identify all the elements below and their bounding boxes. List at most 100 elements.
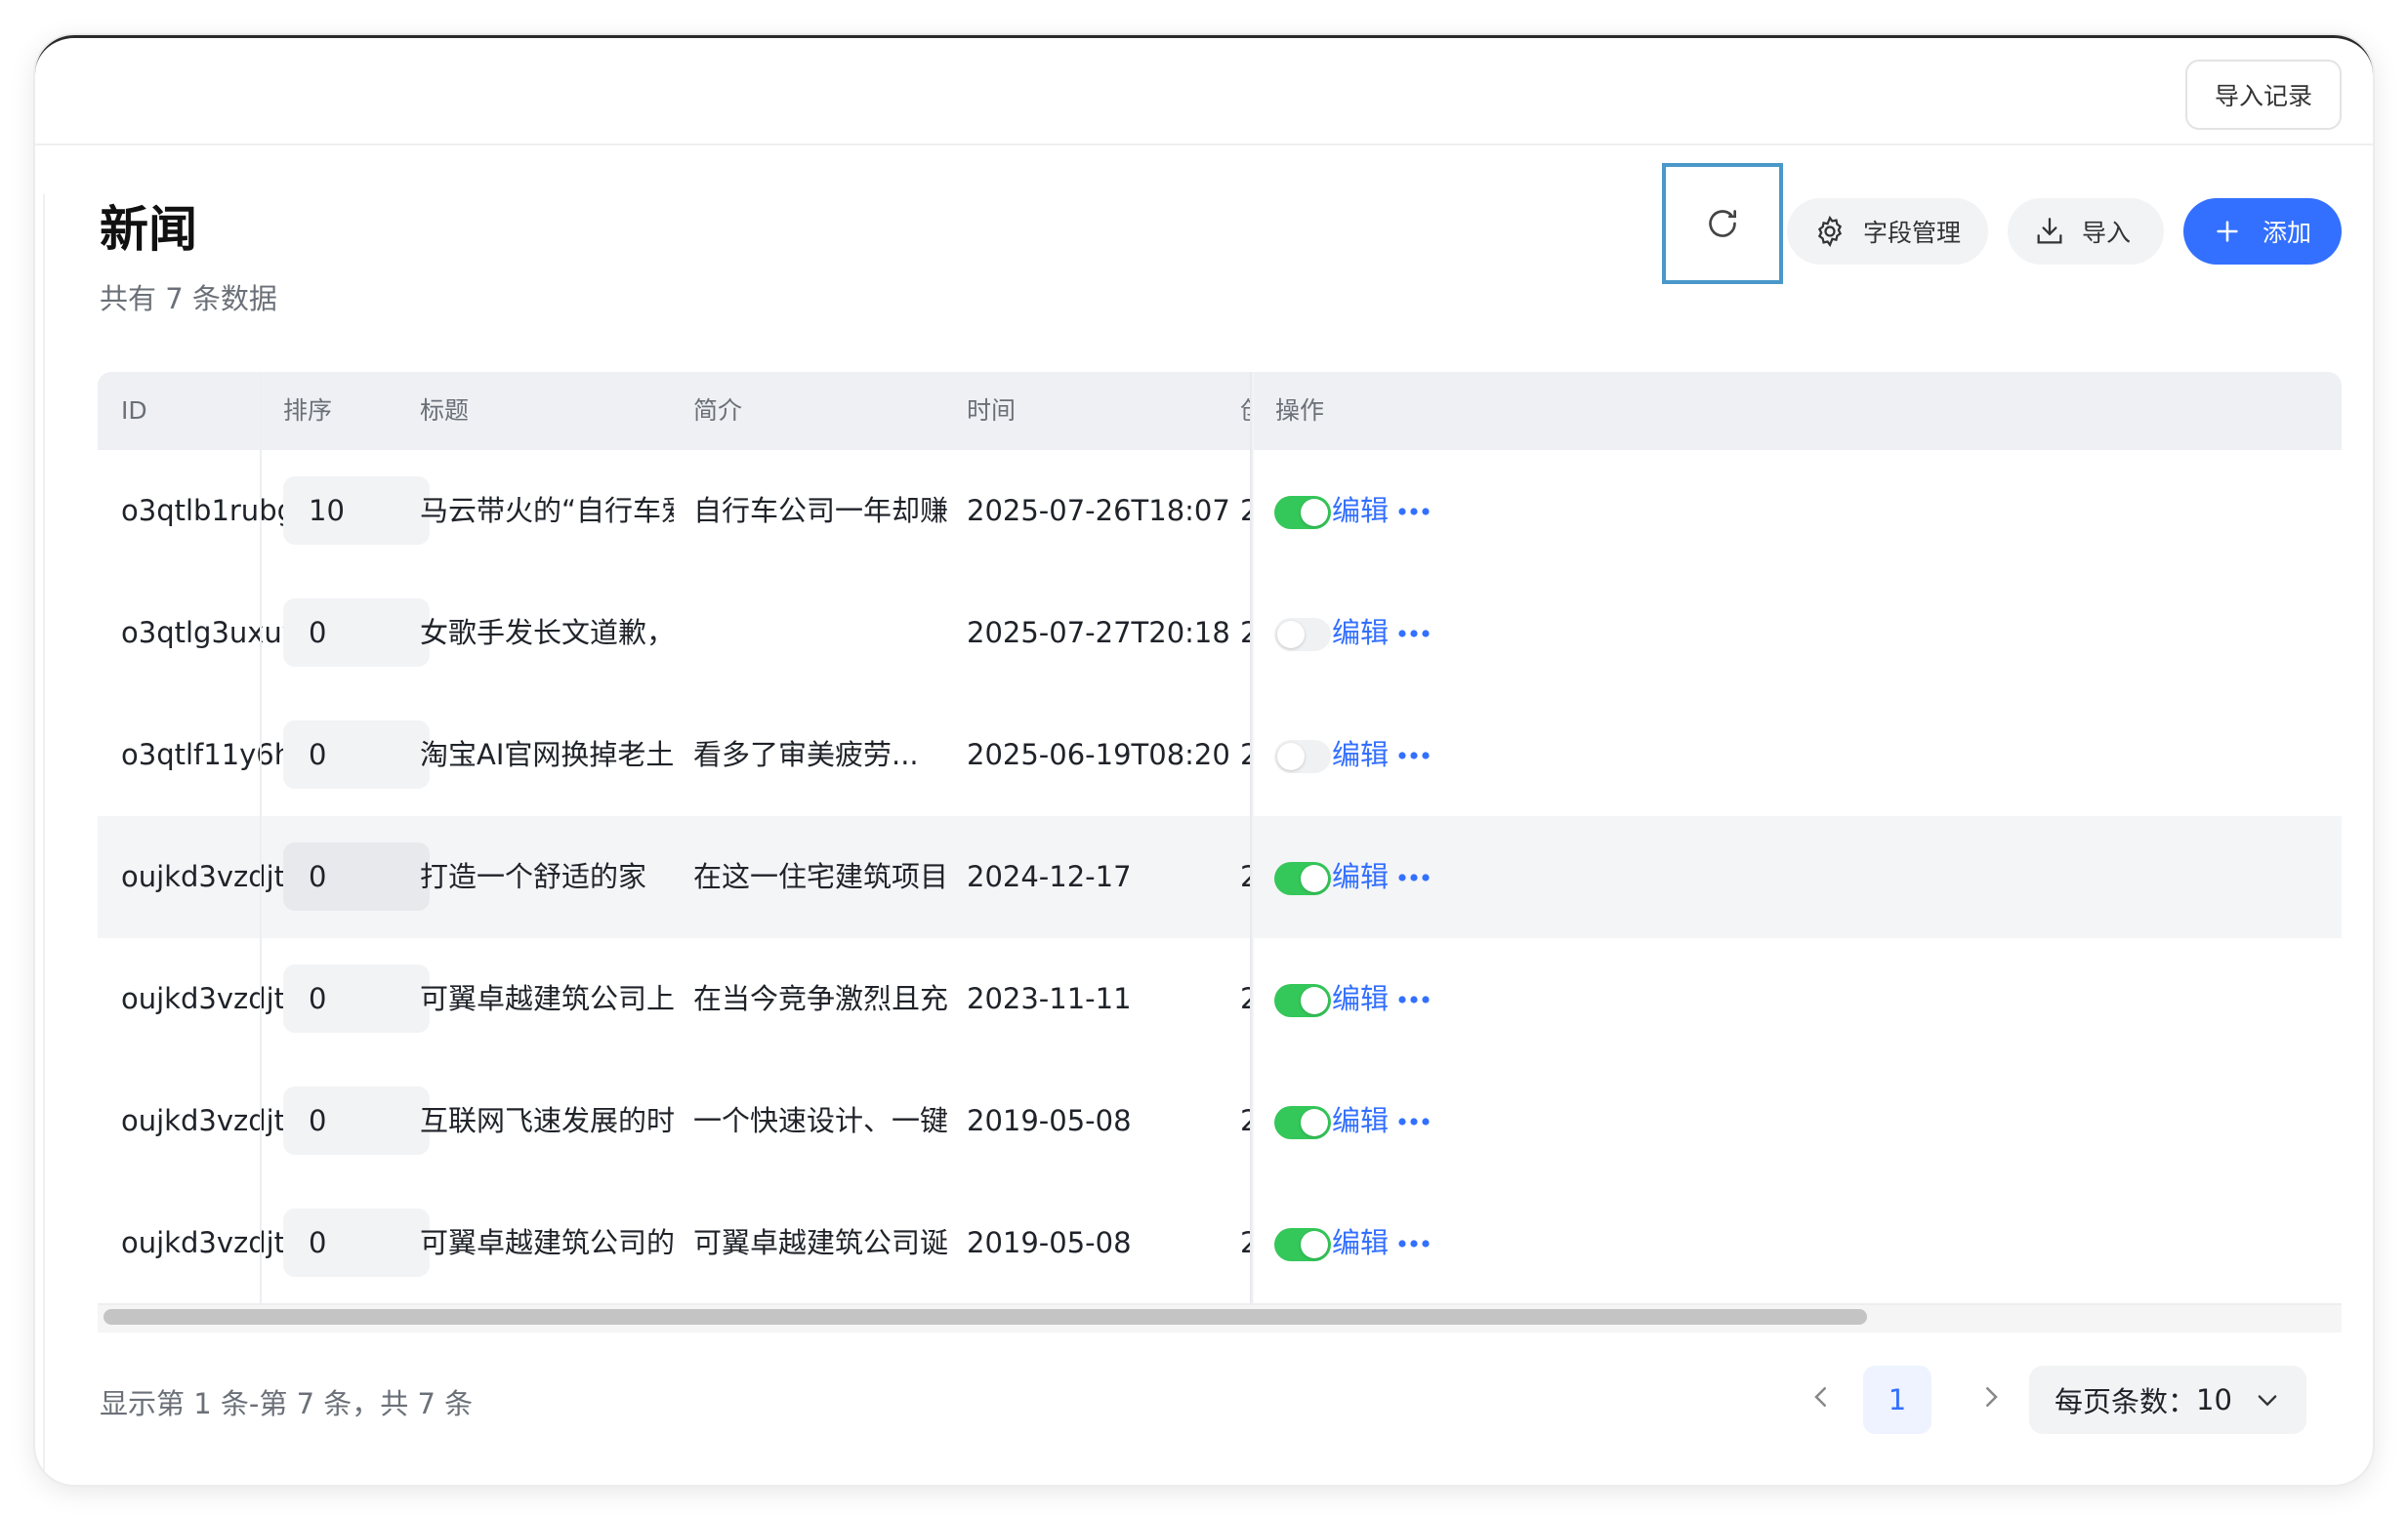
cell-title: 可翼卓越建筑公司上市：... xyxy=(420,982,674,1015)
cell-title: 互联网飞速发展的时代，... xyxy=(420,1104,674,1137)
app-window: 导入记录 新闻 共有 7 条数据 字段管理 导入 添加 ID 排序 标题 简介 … xyxy=(35,35,2373,1485)
toggle-knob xyxy=(1301,1109,1328,1136)
cell-title: 可翼卓越建筑公司的发展... xyxy=(420,1226,674,1259)
order-input[interactable]: 0 xyxy=(283,964,430,1033)
more-icon[interactable] xyxy=(1394,619,1433,648)
cell-intro: 可翼卓越建筑公司诞生于... xyxy=(693,1226,947,1259)
order-input[interactable]: 0 xyxy=(283,1209,430,1277)
import-log-button[interactable]: 导入记录 xyxy=(2184,60,2342,130)
status-toggle[interactable] xyxy=(1274,496,1331,529)
edit-link[interactable]: 编辑 xyxy=(1332,816,1389,938)
status-toggle[interactable] xyxy=(1274,1106,1331,1139)
cell-title: 淘宝AI官网换掉老土的科... xyxy=(420,738,674,771)
cell-intro: 看多了审美疲劳... xyxy=(693,738,919,771)
order-input[interactable]: 0 xyxy=(283,598,430,667)
data-table: ID 排序 标题 简介 时间 创 操作 o3qtlb1rubgy10马云带火的“… xyxy=(98,372,2342,1336)
page-1-button[interactable]: 1 xyxy=(1863,1366,1931,1434)
chevron-down-icon xyxy=(2258,1395,2277,1407)
refresh-icon xyxy=(1709,210,1736,237)
column-header-order[interactable]: 排序 xyxy=(283,372,332,450)
refresh-button[interactable] xyxy=(1662,163,1783,284)
toggle-knob xyxy=(1301,1231,1328,1258)
table-row[interactable]: oujkd3vzdjtk0可翼卓越建筑公司上市：... 在当今竞争激烈且充满机..… xyxy=(98,938,2342,1062)
cell-time: 2025-06-19T08:20:47+... xyxy=(967,738,1230,771)
page-size-select[interactable]: 每页条数： 10 xyxy=(2029,1366,2306,1434)
status-toggle[interactable] xyxy=(1274,740,1331,773)
status-toggle[interactable] xyxy=(1274,1228,1331,1261)
cell-intro: 在当今竞争激烈且充满机... xyxy=(693,982,947,1015)
edit-link[interactable]: 编辑 xyxy=(1332,1060,1389,1182)
more-icon[interactable] xyxy=(1394,1107,1433,1136)
edit-link[interactable]: 编辑 xyxy=(1332,1182,1389,1304)
order-input[interactable]: 10 xyxy=(283,476,430,545)
import-label: 导入 xyxy=(2082,219,2132,247)
cell-intro: 一个快速设计、一键发布... xyxy=(693,1104,947,1137)
page-title: 新闻 xyxy=(100,201,197,258)
import-button[interactable]: 导入 xyxy=(2008,198,2164,265)
more-icon[interactable] xyxy=(1394,1229,1433,1258)
table-header: ID 排序 标题 简介 时间 创 操作 xyxy=(98,372,2342,450)
edit-link[interactable]: 编辑 xyxy=(1332,572,1389,694)
cell-time: 2024-12-17 xyxy=(967,860,1132,893)
table-row[interactable]: o3qtlf11y6he0淘宝AI官网换掉老土的科... 看多了审美疲劳... 20… xyxy=(98,694,2342,818)
more-icon[interactable] xyxy=(1394,985,1433,1014)
sticky-column-shadow xyxy=(1250,372,1254,1303)
cell-title: 马云带火的“自行车爱马... xyxy=(420,494,674,527)
cell-intro: 自行车公司一年却赚不到... xyxy=(693,494,947,527)
cell-time: 2019-05-08 xyxy=(967,1104,1132,1137)
table-row[interactable]: oujkd3vzdjtj0互联网飞速发展的时代，... 一个快速设计、一键发布..… xyxy=(98,1060,2342,1184)
status-toggle[interactable] xyxy=(1274,862,1331,895)
gear-icon xyxy=(1817,215,1843,248)
cell-intro: 在这一住宅建筑项目中，... xyxy=(693,860,947,893)
chevron-right-icon xyxy=(1986,1387,1998,1407)
edit-link[interactable]: 编辑 xyxy=(1332,938,1389,1060)
previous-page-button[interactable] xyxy=(1797,1368,1846,1426)
column-header-time[interactable]: 时间 xyxy=(967,372,1016,450)
toggle-knob xyxy=(1277,621,1305,648)
order-input[interactable]: 0 xyxy=(283,720,430,789)
top-bar: 导入记录 xyxy=(35,38,2373,145)
cell-id: o3qtlf11y6he xyxy=(121,738,310,771)
status-toggle[interactable] xyxy=(1274,984,1331,1017)
cell-intro xyxy=(693,572,947,694)
record-count: 共有 7 条数据 xyxy=(100,282,277,315)
cell-id: oujkd3vzdjti xyxy=(121,1226,294,1259)
download-icon xyxy=(2037,218,2062,244)
column-header-actions: 操作 xyxy=(1275,396,1325,425)
pagination-info: 显示第 1 条-第 7 条，共 7 条 xyxy=(100,1387,474,1420)
table-row[interactable]: o3qtlg3uxuvm0女歌手发长文道歉，上海...2025-07-27T20… xyxy=(98,572,2342,696)
edit-link[interactable]: 编辑 xyxy=(1332,450,1389,572)
column-header-intro[interactable]: 简介 xyxy=(693,372,742,450)
cell-time: 2023-11-11 xyxy=(967,982,1132,1015)
field-manage-button[interactable]: 字段管理 xyxy=(1787,198,1988,265)
column-header-id[interactable]: ID xyxy=(121,372,147,450)
page-size-value: 10 xyxy=(2196,1383,2232,1416)
field-manage-label: 字段管理 xyxy=(1863,219,1962,247)
next-page-button[interactable] xyxy=(1967,1368,2015,1426)
toggle-knob xyxy=(1277,743,1305,770)
more-icon[interactable] xyxy=(1394,497,1433,526)
table-row[interactable]: oujkd3vzdjtl0打造一个舒适的家 在这一住宅建筑项目中，... 2024-… xyxy=(98,816,2342,940)
order-input[interactable]: 0 xyxy=(283,842,430,911)
cell-time: 2025-07-26T18:07:01+... xyxy=(967,494,1230,527)
cell-id: oujkd3vzdjtk xyxy=(121,982,302,1015)
order-input[interactable]: 0 xyxy=(283,1086,430,1155)
column-header-title[interactable]: 标题 xyxy=(420,372,469,450)
cell-id: oujkd3vzdjtj xyxy=(121,1104,294,1137)
horizontal-scrollbar-thumb[interactable] xyxy=(104,1309,1867,1325)
plus-icon xyxy=(2217,221,2238,242)
add-button[interactable]: 添加 xyxy=(2183,198,2342,265)
add-label: 添加 xyxy=(2262,219,2311,247)
toggle-knob xyxy=(1301,499,1328,526)
table-row[interactable]: o3qtlb1rubgy10马云带火的“自行车爱马...自行车公司一年却赚不到.… xyxy=(98,450,2342,574)
status-toggle[interactable] xyxy=(1274,618,1331,651)
cell-time: 2019-05-08 xyxy=(967,1226,1132,1259)
edit-link[interactable]: 编辑 xyxy=(1332,694,1389,816)
page-size-label: 每页条数： xyxy=(2055,1385,2197,1418)
column-divider xyxy=(260,372,262,1303)
toggle-knob xyxy=(1301,987,1328,1014)
more-icon[interactable] xyxy=(1394,741,1433,770)
table-row[interactable]: oujkd3vzdjti0可翼卓越建筑公司的发展... 可翼卓越建筑公司诞生于..… xyxy=(98,1182,2342,1306)
more-icon[interactable] xyxy=(1394,863,1433,892)
toggle-knob xyxy=(1301,865,1328,892)
